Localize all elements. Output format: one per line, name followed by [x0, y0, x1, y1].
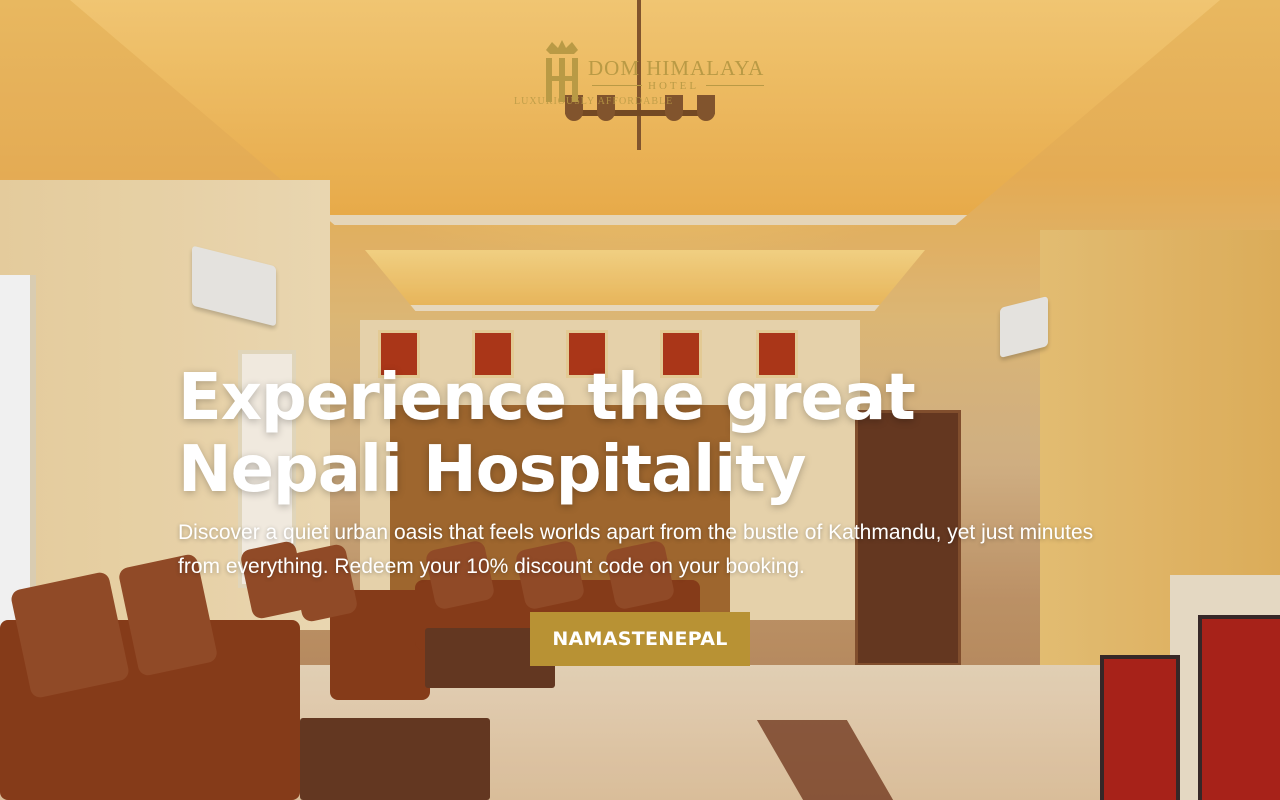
logo-sub: HOTEL: [648, 80, 700, 92]
logo-tagline: LUXURIOUSLY AFFORDABLE: [514, 96, 674, 107]
logo-name: DOM HIMALAYA: [588, 56, 765, 80]
crown-monogram-icon: [546, 40, 578, 102]
discount-code-button[interactable]: NAMASTENEPAL: [530, 612, 750, 666]
logo-divider: [592, 85, 642, 86]
logo-divider: [706, 85, 764, 86]
hero-headline: Experience the great Nepali Hospitality: [178, 361, 916, 507]
hero-subtext: Discover a quiet urban oasis that feels …: [178, 521, 1094, 578]
hotel-logo[interactable]: DOM HIMALAYA HOTEL LUXURIOUSLY AFFORDABL…: [514, 36, 780, 116]
hero-section: DOM HIMALAYA HOTEL LUXURIOUSLY AFFORDABL…: [0, 0, 1280, 800]
